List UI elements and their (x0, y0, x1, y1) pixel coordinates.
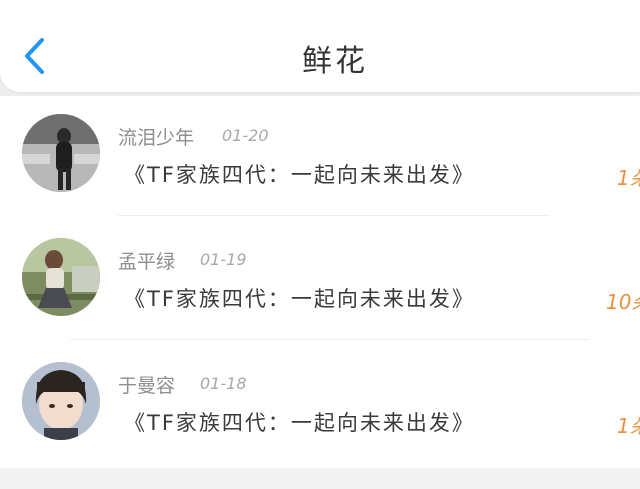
flower-list: 流泪少年 01-20 《TF家族四代：一起向未来出发》 1朵 孟平绿 01-19… (0, 96, 640, 468)
flower-count: 10朵 (606, 290, 640, 314)
avatar[interactable] (22, 238, 100, 316)
flower-count: 1朵 (617, 414, 640, 438)
list-item[interactable]: 于曼容 01-18 《TF家族四代：一起向未来出发》 1朵 (0, 344, 640, 468)
flower-count: 1朵 (617, 166, 640, 190)
bottom-area (0, 468, 640, 489)
user-name: 孟平绿 (118, 251, 176, 273)
book-title: 《TF家族四代：一起向未来出发》 (124, 287, 475, 311)
book-title: 《TF家族四代：一起向未来出发》 (124, 163, 475, 187)
divider (70, 339, 590, 340)
list-item[interactable]: 孟平绿 01-19 《TF家族四代：一起向未来出发》 10朵 (0, 220, 640, 344)
user-name: 于曼容 (118, 375, 176, 397)
book-title: 《TF家族四代：一起向未来出发》 (124, 411, 475, 435)
gift-date: 01-18 (200, 374, 247, 393)
list-item[interactable]: 流泪少年 01-20 《TF家族四代：一起向未来出发》 1朵 (0, 96, 640, 220)
user-name: 流泪少年 (118, 127, 195, 149)
divider (118, 215, 550, 216)
header-bar: 鲜花 (0, 0, 640, 92)
page-title: 鲜花 (302, 44, 368, 79)
gift-date: 01-19 (200, 250, 247, 269)
gift-date: 01-20 (222, 126, 269, 145)
avatar[interactable] (22, 114, 100, 192)
avatar[interactable] (22, 362, 100, 440)
